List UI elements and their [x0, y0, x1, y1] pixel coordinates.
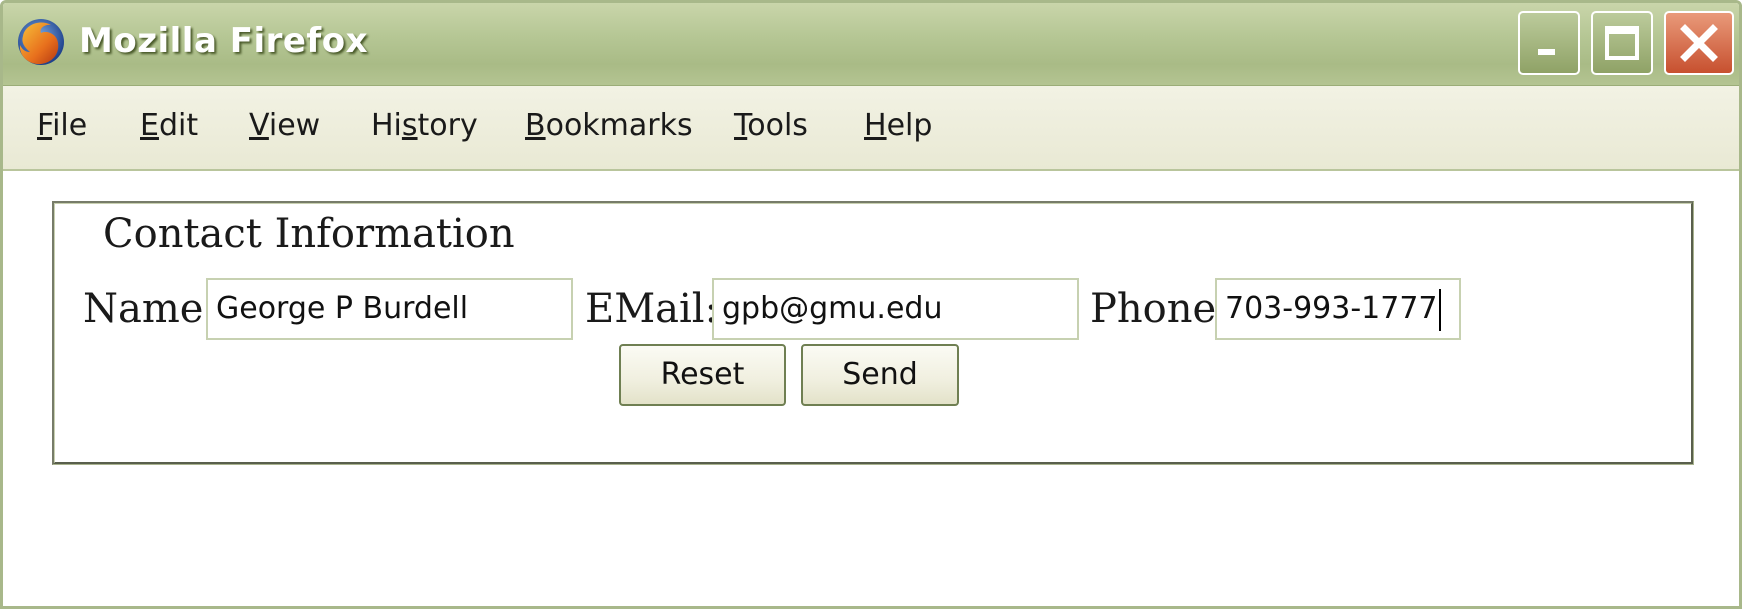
reset-button[interactable]: Reset	[619, 344, 786, 406]
email-label: EMail:	[585, 286, 719, 332]
menu-bar: File Edit View History Bookmarks Tools H…	[3, 86, 1739, 171]
menu-history[interactable]: History	[371, 108, 478, 143]
browser-window: Mozilla Firefox File Edit View History B…	[0, 0, 1742, 609]
maximize-button[interactable]	[1591, 11, 1653, 75]
page-content: Contact Information Name: George P Burde…	[3, 171, 1739, 606]
firefox-icon	[18, 19, 64, 65]
fieldset-legend: Contact Information	[97, 210, 521, 258]
menu-view[interactable]: View	[249, 108, 320, 143]
send-button[interactable]: Send	[801, 344, 959, 406]
phone-label: Phone:	[1090, 286, 1230, 332]
menu-tools[interactable]: Tools	[734, 108, 808, 143]
email-input[interactable]: gpb@gmu.edu	[712, 278, 1079, 340]
phone-input-value: 703-993-1777	[1225, 291, 1438, 326]
menu-help[interactable]: Help	[864, 108, 932, 143]
close-button[interactable]	[1664, 11, 1734, 75]
menu-bookmarks[interactable]: Bookmarks	[525, 108, 693, 143]
close-icon	[1680, 24, 1718, 62]
phone-input[interactable]: 703-993-1777	[1215, 278, 1461, 340]
menu-edit[interactable]: Edit	[140, 108, 198, 143]
name-label: Name:	[83, 286, 217, 332]
maximize-icon	[1605, 26, 1639, 60]
title-bar[interactable]: Mozilla Firefox	[3, 3, 1739, 86]
name-input[interactable]: George P Burdell	[206, 278, 573, 340]
menu-file[interactable]: File	[37, 108, 87, 143]
text-caret	[1438, 288, 1441, 331]
window-title: Mozilla Firefox	[79, 21, 369, 61]
minimize-button[interactable]	[1518, 11, 1580, 75]
minimize-icon	[1538, 49, 1555, 55]
